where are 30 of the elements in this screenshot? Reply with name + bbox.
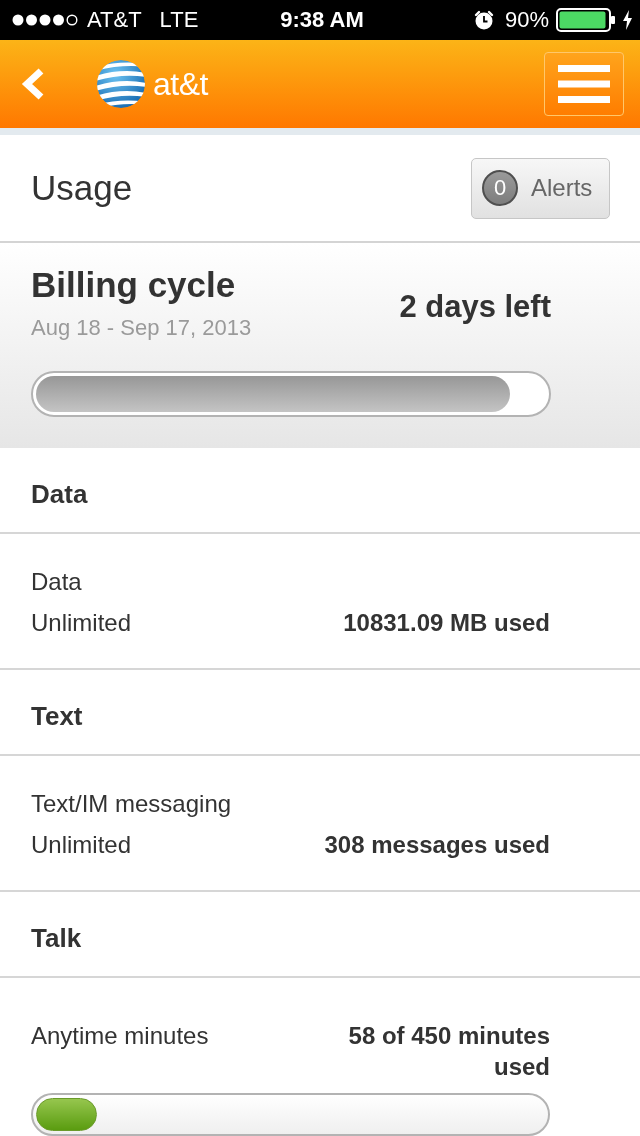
plan-name: Unlimited (31, 830, 132, 860)
usage-amount: 58 of 450 minutes used (347, 1021, 550, 1082)
usage-item-name: Text/IM messaging (31, 789, 232, 819)
status-time: 9:38 AM (280, 7, 364, 33)
alarm-clock-icon (473, 10, 494, 30)
section-heading: Data (0, 448, 640, 534)
page-title: Usage (31, 168, 133, 208)
usage-amount: 10831.09 MB used (343, 608, 550, 638)
days-left: 2 days left (399, 289, 551, 325)
battery-percentage: 90% (504, 7, 549, 33)
carrier-name: AT&T (87, 7, 142, 33)
globe-logo-icon (97, 60, 145, 108)
charging-bolt-icon (623, 10, 632, 30)
brand-name: at&t (153, 65, 208, 103)
menu-icon (558, 65, 610, 103)
section-heading: Talk (0, 892, 640, 978)
battery-icon (556, 8, 616, 32)
menu-button[interactable] (544, 52, 624, 116)
signal-strength-icon (12, 14, 78, 26)
alert-count: 0 (482, 170, 518, 206)
network-type: LTE (159, 7, 199, 33)
usage-item-name: Anytime minutes (31, 1021, 209, 1051)
back-chevron-icon (20, 68, 46, 100)
plan-name: Unlimited (31, 608, 132, 638)
usage-amount: 308 messages used (324, 830, 550, 860)
billing-dates: Aug 18 - Sep 17, 2013 (31, 315, 252, 341)
alerts-button[interactable]: 0 Alerts (471, 157, 610, 219)
section-heading: Text (0, 670, 640, 756)
billing-cycle-title: Billing cycle (31, 265, 237, 305)
usage-item-name: Data (31, 567, 82, 597)
